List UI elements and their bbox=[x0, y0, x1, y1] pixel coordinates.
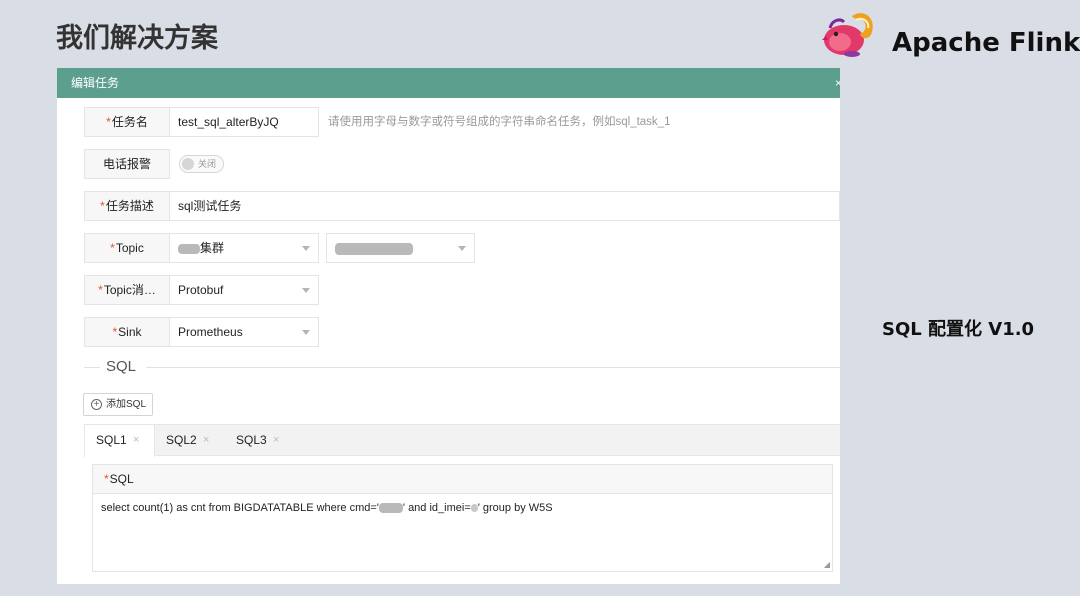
task-desc-label: *任务描述 bbox=[84, 191, 170, 221]
required-mark: * bbox=[110, 241, 115, 255]
brand-name: Apache Flink bbox=[892, 28, 1080, 58]
redacted-chip bbox=[335, 242, 413, 255]
phone-alarm-toggle[interactable]: 关闭 bbox=[179, 155, 224, 173]
task-name-label: *任务名 bbox=[84, 107, 170, 137]
sql-editor-label: *SQL bbox=[93, 465, 832, 494]
phone-alarm-row: 电话报警 关闭 bbox=[84, 149, 840, 179]
sql-editor-label-text: SQL bbox=[109, 472, 134, 486]
sql-query-part: select count(1) as cnt from BIGDATATABLE… bbox=[101, 502, 379, 514]
chevron-down-icon bbox=[302, 288, 310, 293]
required-mark: * bbox=[112, 325, 118, 339]
dialog-header: 编辑任务 × bbox=[57, 68, 840, 98]
topic-msg-select[interactable]: Protobuf bbox=[170, 275, 319, 305]
required-mark: * bbox=[100, 199, 105, 213]
tab-label: SQL3 bbox=[236, 433, 267, 447]
close-icon[interactable]: × bbox=[835, 68, 840, 98]
redacted-chip bbox=[378, 503, 403, 514]
sink-row: *Sink Prometheus bbox=[84, 317, 840, 347]
divider-line bbox=[146, 367, 840, 368]
redacted-chip bbox=[470, 504, 478, 513]
task-name-hint: 请使用用字母与数字或符号组成的字符串命名任务，例如sql_task_1 bbox=[328, 116, 671, 128]
phone-alarm-label: 电话报警 bbox=[84, 149, 170, 179]
sql-query-part: ' group by W5S bbox=[477, 502, 553, 514]
sink-label: *Sink bbox=[84, 317, 170, 347]
required-mark: * bbox=[106, 115, 111, 129]
required-mark: * bbox=[98, 283, 103, 297]
redacted-chip bbox=[178, 243, 200, 254]
tab-label: SQL1 bbox=[96, 433, 127, 447]
sql-section-title: SQL bbox=[106, 358, 137, 375]
edit-task-dialog: 编辑任务 × *任务名 test_sql_alterByJQ 请使用用字母与数字… bbox=[57, 68, 840, 584]
sql-tab-bar: SQL1 × SQL2 × SQL3 × bbox=[84, 424, 840, 457]
tab-sql1[interactable]: SQL1 × bbox=[84, 425, 155, 457]
close-icon[interactable]: × bbox=[203, 425, 209, 456]
topic-cluster-select[interactable]: 集群 bbox=[170, 233, 319, 263]
topic-msg-value: Protobuf bbox=[178, 283, 224, 297]
topic-msg-label-text: Topic消… bbox=[103, 283, 156, 297]
tab-sql2[interactable]: SQL2 × bbox=[155, 425, 225, 456]
topic-msg-row: *Topic消… Protobuf bbox=[84, 275, 840, 305]
chevron-down-icon bbox=[302, 330, 310, 335]
task-name-label-text: 任务名 bbox=[111, 115, 148, 129]
chevron-down-icon bbox=[458, 246, 466, 251]
close-icon[interactable]: × bbox=[273, 425, 279, 456]
task-desc-row: *任务描述 sql测试任务 bbox=[84, 191, 840, 221]
divider-line bbox=[84, 367, 100, 368]
topic-cluster-value: 集群 bbox=[200, 241, 225, 255]
required-mark: * bbox=[104, 472, 109, 486]
topic-msg-label: *Topic消… bbox=[84, 275, 170, 305]
flink-squirrel-logo bbox=[822, 13, 873, 57]
dialog-title: 编辑任务 bbox=[71, 76, 120, 90]
resize-handle-icon[interactable]: ◢ bbox=[824, 560, 830, 569]
sink-label-text: Sink bbox=[118, 325, 142, 339]
tab-label: SQL2 bbox=[166, 433, 197, 447]
sql-editor-panel: *SQL select count(1) as cnt from BIGDATA… bbox=[92, 464, 833, 572]
sql-query-textarea[interactable]: select count(1) as cnt from BIGDATATABLE… bbox=[101, 502, 553, 514]
topic-label: *Topic bbox=[84, 233, 170, 263]
toggle-state-label: 关闭 bbox=[198, 159, 217, 169]
topic-label-text: Topic bbox=[115, 241, 144, 255]
add-sql-label: 添加SQL bbox=[106, 399, 147, 410]
sink-value: Prometheus bbox=[178, 325, 243, 339]
tab-sql3[interactable]: SQL3 × bbox=[225, 425, 295, 456]
slide-title: 我们解决方案 bbox=[56, 23, 218, 54]
brand: Apache Flink bbox=[822, 6, 1080, 66]
task-desc-label-text: 任务描述 bbox=[105, 199, 154, 213]
close-icon[interactable]: × bbox=[133, 425, 139, 456]
version-note: SQL 配置化 V1.0 bbox=[882, 319, 1035, 340]
sink-select[interactable]: Prometheus bbox=[170, 317, 319, 347]
plus-circle-icon: + bbox=[91, 399, 102, 410]
task-name-row: *任务名 test_sql_alterByJQ 请使用用字母与数字或符号组成的字… bbox=[84, 107, 840, 137]
toggle-knob bbox=[182, 158, 194, 170]
task-desc-input[interactable]: sql测试任务 bbox=[170, 191, 840, 221]
sql-query-part: ' and id_imei= bbox=[402, 502, 471, 514]
chevron-down-icon bbox=[302, 246, 310, 251]
sql-section-divider: SQL bbox=[84, 357, 840, 377]
task-name-input[interactable]: test_sql_alterByJQ bbox=[170, 107, 319, 137]
topic-name-select[interactable] bbox=[326, 233, 475, 263]
topic-row: *Topic 集群 bbox=[84, 233, 840, 263]
add-sql-button[interactable]: + 添加SQL bbox=[83, 393, 153, 416]
